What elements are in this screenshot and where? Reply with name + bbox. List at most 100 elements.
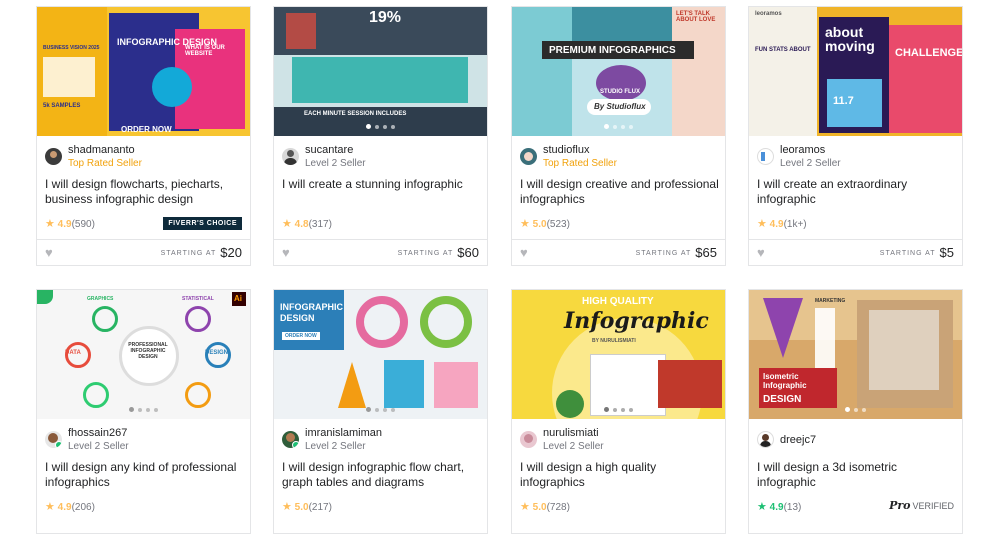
gig-title[interactable]: I will design creative and professional … (520, 177, 720, 207)
carousel-dots[interactable] (512, 407, 725, 412)
star-icon: ★ (282, 218, 292, 230)
seller-name[interactable]: fhossain267 (68, 427, 127, 439)
avatar[interactable] (282, 431, 299, 448)
rating-score: 4.9 (769, 502, 784, 513)
gig-card[interactable]: INFOGRAPHIC DESIGN ORDER NOW imranislami… (273, 289, 488, 534)
gig-price[interactable]: STARTING AT $20 (161, 245, 242, 260)
gig-title[interactable]: I will design infographic flow chart, gr… (282, 460, 482, 490)
gig-card[interactable]: HIGH QUALITY Infographic BY NURULISMIATI… (511, 289, 726, 534)
seller-level: Level 2 Seller (305, 158, 366, 169)
gig-thumbnail[interactable]: HIGH QUALITY Infographic BY NURULISMIATI (512, 290, 725, 419)
rating-score: 5.0 (532, 502, 547, 513)
starting-at-label: STARTING AT (160, 250, 217, 257)
gig-rating: ★ 5.0(217) (282, 500, 332, 513)
gig-title[interactable]: I will design a 3d isometric infographic (757, 460, 957, 490)
gig-rating: ★ 4.9(13) (757, 500, 801, 513)
gig-title[interactable]: I will create a stunning infographic (282, 177, 482, 192)
gig-card[interactable]: Ai PROFESSIONAL INFOGRAPHIC DESIGN GRAPH… (36, 289, 251, 534)
gig-rating: ★ 5.0(728) (520, 500, 570, 513)
thumb-tag: FUN STATS ABOUT (755, 47, 811, 53)
seller-name[interactable]: studioflux (543, 144, 589, 156)
seller-name[interactable]: dreejc7 (780, 434, 816, 446)
rating-score: 4.9 (57, 219, 72, 230)
thumb-heading: Isometric Infographic (763, 372, 807, 390)
pro-logo: Pro (889, 499, 911, 512)
gig-thumbnail[interactable]: INFOGRAPHIC DESIGN ORDER NOW (274, 290, 487, 419)
gig-card[interactable]: PREMIUM INFOGRAPHICS STUDIO FLUX By Stud… (511, 6, 726, 266)
thumb-by: BY NURULISMIATI (592, 338, 636, 344)
gig-price[interactable]: STARTING AT $5 (880, 245, 954, 260)
thumb-heading: about moving (825, 24, 875, 54)
thumb-sub: ORDER NOW (282, 332, 320, 340)
star-icon: ★ (757, 501, 767, 513)
thumb-label: DATA (65, 350, 81, 356)
thumb-tag: LET'S TALK ABOUT LOVE (676, 11, 716, 23)
avatar[interactable] (757, 431, 774, 448)
price-value: $65 (695, 245, 717, 260)
thumb-logo: leoramos (755, 11, 782, 17)
gig-title[interactable]: I will design a high quality infographic… (520, 460, 720, 490)
carousel-dots[interactable] (512, 124, 725, 129)
rating-score: 4.9 (769, 219, 784, 230)
gig-card[interactable]: leoramos FUN STATS ABOUT about moving CH… (748, 6, 963, 266)
gig-thumbnail[interactable]: PREMIUM INFOGRAPHICS STUDIO FLUX By Stud… (512, 7, 725, 136)
avatar[interactable] (757, 148, 774, 165)
thumb-tag: MARKETING (815, 298, 846, 304)
divider (37, 239, 250, 240)
gig-thumbnail[interactable]: 19% EACH MINUTE SESSION INCLUDES (274, 7, 487, 136)
seller-name[interactable]: imranislamiman (305, 427, 382, 439)
avatar[interactable] (45, 148, 62, 165)
gig-price[interactable]: STARTING AT $65 (636, 245, 717, 260)
heart-icon[interactable]: ♥ (282, 245, 290, 260)
seller-level: Top Rated Seller (543, 158, 617, 169)
thumb-sub: DESIGN (763, 394, 802, 405)
gig-title[interactable]: I will design any kind of professional i… (45, 460, 245, 490)
gig-card[interactable]: 19% EACH MINUTE SESSION INCLUDES sucanta… (273, 6, 488, 266)
review-count: (317) (308, 219, 332, 230)
seller-name[interactable]: sucantare (305, 144, 353, 156)
avatar[interactable] (45, 431, 62, 448)
avatar[interactable] (520, 148, 537, 165)
gig-card[interactable]: MARKETING Isometric Infographic DESIGN d… (748, 289, 963, 534)
gig-card[interactable]: INFOGRAPHIC DESIGN BUSINESS VISION 2025 … (36, 6, 251, 266)
gig-rating: ★ 4.9(206) (45, 500, 95, 513)
seller-level: Level 2 Seller (780, 158, 841, 169)
heart-icon[interactable]: ♥ (757, 245, 765, 260)
heart-icon[interactable]: ♥ (520, 245, 528, 260)
carousel-dots[interactable] (37, 407, 250, 412)
gig-price[interactable]: STARTING AT $60 (398, 245, 479, 260)
seller-name[interactable]: nurulismiati (543, 427, 599, 439)
star-icon: ★ (520, 501, 530, 513)
seller-level: Level 2 Seller (68, 441, 129, 452)
heart-icon[interactable]: ♥ (45, 245, 53, 260)
seller-level: Level 2 Seller (543, 441, 604, 452)
star-icon: ★ (757, 218, 767, 230)
gig-thumbnail[interactable]: leoramos FUN STATS ABOUT about moving CH… (749, 7, 962, 136)
thumb-samples: 5k SAMPLES (43, 103, 81, 109)
gig-thumbnail[interactable]: INFOGRAPHIC DESIGN BUSINESS VISION 2025 … (37, 7, 250, 136)
seller-name[interactable]: shadmananto (68, 144, 135, 156)
thumb-logo: STUDIO FLUX (600, 89, 640, 95)
carousel-dots[interactable] (749, 407, 962, 412)
star-icon: ★ (282, 501, 292, 513)
carousel-dots[interactable] (274, 124, 487, 129)
review-count: (523) (546, 219, 570, 230)
avatar[interactable] (282, 148, 299, 165)
star-icon: ★ (520, 218, 530, 230)
divider (512, 239, 725, 240)
review-count: (728) (546, 502, 570, 513)
thumb-num: 11.7 (833, 95, 854, 107)
thumb-sub: ORDER NOW (121, 125, 172, 134)
gig-thumbnail[interactable]: Ai PROFESSIONAL INFOGRAPHIC DESIGN GRAPH… (37, 290, 250, 419)
gig-rating: ★ 4.9(590) (45, 217, 95, 230)
seller-name[interactable]: leoramos (780, 144, 825, 156)
thumb-label: STATISTICAL (182, 296, 214, 302)
gig-title[interactable]: I will create an extraordinary infograph… (757, 177, 957, 207)
carousel-dots[interactable] (274, 407, 487, 412)
thumb-tag: BUSINESS VISION 2025 (43, 45, 100, 51)
avatar[interactable] (520, 431, 537, 448)
gig-title[interactable]: I will design flowcharts, piecharts, bus… (45, 177, 245, 207)
gig-thumbnail[interactable]: MARKETING Isometric Infographic DESIGN (749, 290, 962, 419)
ai-icon: Ai (234, 294, 242, 303)
thumb-side: WHAT IS OUR WEBSITE (185, 45, 225, 57)
